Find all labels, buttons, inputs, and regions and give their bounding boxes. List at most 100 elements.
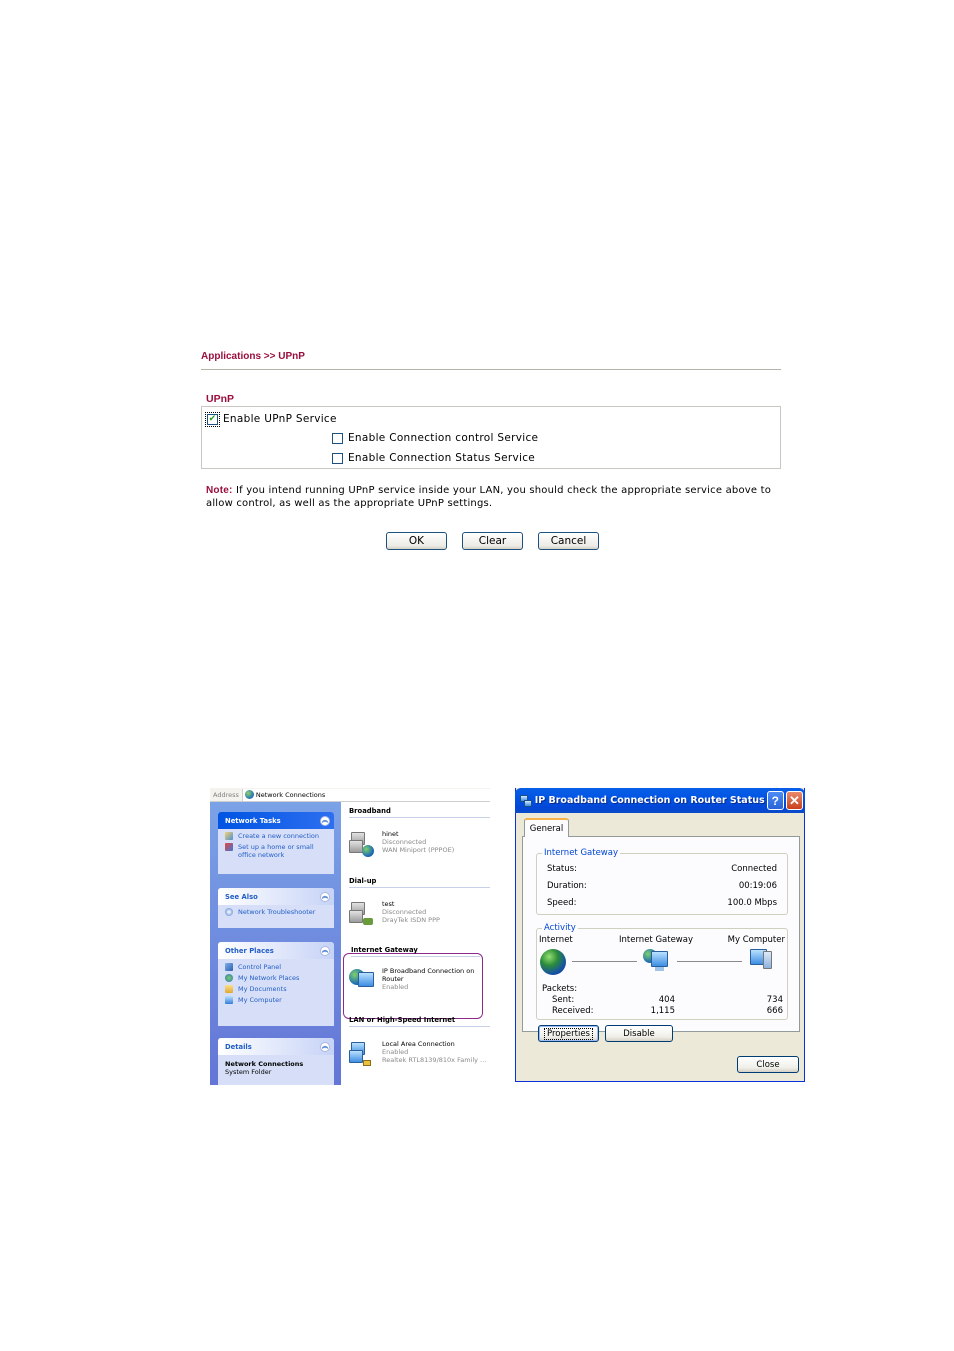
sent-label: Sent: xyxy=(552,995,575,1005)
details-text: Network Connections System Folder xyxy=(218,1055,334,1081)
title-bar[interactable]: IP Broadband Connection on Router Status… xyxy=(515,788,805,813)
collapse-icon[interactable]: ︽ xyxy=(320,815,330,826)
new-connection-icon xyxy=(225,832,233,840)
other-places-panel: Other Places ︽ Control Panel My Network … xyxy=(218,942,334,1026)
activity-legend: Activity xyxy=(542,923,578,933)
connection-hinet[interactable]: hinet Disconnected WAN Miniport (PPPOE) xyxy=(349,830,454,858)
clear-button[interactable]: Clear xyxy=(462,532,523,550)
sent-computer-value: 734 xyxy=(766,995,783,1005)
upnp-options-box: ✔ Enable UPnP Service Enable Connection … xyxy=(201,406,781,469)
close-icon[interactable]: ✕ xyxy=(785,791,803,810)
my-documents-link[interactable]: My Documents xyxy=(225,985,329,993)
details-title: Details xyxy=(225,1042,252,1051)
status-value: Connected xyxy=(731,864,777,874)
create-connection-link[interactable]: Create a new connection xyxy=(225,832,329,840)
collapse-icon[interactable]: ︽ xyxy=(320,1041,330,1052)
home-network-link[interactable]: Set up a home or small office network xyxy=(225,843,329,859)
internet-gateway-label: Internet Gateway xyxy=(619,935,694,945)
broadband-connection-icon xyxy=(349,830,377,858)
gateway-connection-icon xyxy=(349,967,377,995)
other-places-title: Other Places xyxy=(225,946,274,955)
status-row: Status: Connected xyxy=(547,864,777,874)
group-dial-up: Dial-up xyxy=(349,877,490,888)
disable-button[interactable]: Disable xyxy=(605,1025,673,1042)
link-line xyxy=(677,961,742,962)
group-broadband: Broadband xyxy=(349,807,490,818)
lan-connection-icon xyxy=(349,1040,377,1068)
enable-upnp-label: Enable UPnP Service xyxy=(223,413,337,425)
dialog-title: IP Broadband Connection on Router Status xyxy=(534,795,765,806)
details-name: Network Connections xyxy=(225,1060,304,1068)
internet-gateway-legend: Internet Gateway xyxy=(542,848,621,858)
general-tab-panel: Internet Gateway Status: Connected Durat… xyxy=(522,836,800,1042)
enable-connection-status-checkbox[interactable] xyxy=(332,452,343,464)
home-network-icon xyxy=(225,843,233,851)
connection-test[interactable]: test Disconnected DrayTek ISDN PPP xyxy=(349,900,440,928)
my-computer-icon xyxy=(747,947,777,975)
see-also-title: See Also xyxy=(225,892,258,901)
dialup-connection-icon xyxy=(349,900,377,928)
address-field[interactable]: Network Connections xyxy=(241,788,490,801)
collapse-icon[interactable]: ︽ xyxy=(320,891,330,902)
see-also-header[interactable]: See Also ︽ xyxy=(218,888,334,905)
address-bar: Address Network Connections xyxy=(210,788,490,802)
network-troubleshooter-link[interactable]: Network Troubleshooter xyxy=(225,908,329,916)
cancel-button[interactable]: Cancel xyxy=(538,532,599,550)
enable-upnp-row[interactable]: ✔ Enable UPnP Service xyxy=(205,411,337,427)
network-tasks-header[interactable]: Network Tasks ︽ xyxy=(218,812,334,829)
control-panel-icon xyxy=(225,963,233,971)
details-header[interactable]: Details ︽ xyxy=(218,1038,334,1055)
close-button[interactable]: Close xyxy=(737,1056,799,1073)
my-computer-link[interactable]: My Computer xyxy=(225,996,329,1004)
network-places-icon xyxy=(225,974,233,982)
internet-gateway-group: Internet Gateway Status: Connected Durat… xyxy=(536,848,788,915)
my-documents-icon xyxy=(225,985,233,993)
gateway-icon xyxy=(643,947,673,975)
internet-globe-icon xyxy=(540,949,566,975)
breadcrumb: Applications >> UPnP xyxy=(201,348,781,370)
collapse-icon[interactable]: ︽ xyxy=(320,945,330,956)
enable-connection-control-label: Enable Connection control Service xyxy=(348,432,539,444)
note-label: Note: xyxy=(206,485,233,496)
connection-local-area[interactable]: Local Area Connection Enabled Realtek RT… xyxy=(349,1040,486,1068)
enable-connection-control-checkbox[interactable] xyxy=(332,432,343,444)
received-computer-value: 666 xyxy=(766,1006,783,1016)
my-computer-icon xyxy=(225,996,233,1004)
my-network-places-link[interactable]: My Network Places xyxy=(225,974,329,982)
see-also-panel: See Also ︽ Network Troubleshooter xyxy=(218,888,334,928)
packets-label: Packets: xyxy=(542,984,578,994)
enable-connection-control-row[interactable]: Enable Connection control Service xyxy=(332,430,538,446)
group-lan: LAN or High-Speed Internet xyxy=(349,1016,490,1027)
network-connections-window: Address Network Connections Network Task… xyxy=(210,788,490,1085)
speed-value: 100.0 Mbps xyxy=(727,898,777,908)
info-icon xyxy=(225,908,233,916)
properties-button[interactable]: Properties xyxy=(538,1025,599,1042)
duration-row: Duration: 00:19:06 xyxy=(547,881,777,891)
group-internet-gateway: Internet Gateway xyxy=(351,946,480,957)
link-line xyxy=(572,961,637,962)
other-places-header[interactable]: Other Places ︽ xyxy=(218,942,334,959)
connection-status-dialog: IP Broadband Connection on Router Status… xyxy=(515,788,805,1082)
speed-label: Speed: xyxy=(547,898,577,908)
help-button[interactable]: ? xyxy=(766,791,784,810)
network-tasks-panel: Network Tasks ︽ Create a new connection … xyxy=(218,812,334,874)
network-connections-icon xyxy=(244,790,254,799)
note: Note: If you intend running UPnP service… xyxy=(201,484,781,510)
connection-ip-broadband[interactable]: IP Broadband Connection on Router Enable… xyxy=(349,967,477,995)
enable-connection-status-label: Enable Connection Status Service xyxy=(348,452,536,464)
enable-connection-status-row[interactable]: Enable Connection Status Service xyxy=(332,450,535,466)
duration-label: Duration: xyxy=(547,881,587,891)
network-tasks-title: Network Tasks xyxy=(225,816,281,825)
enable-upnp-checkbox[interactable]: ✔ xyxy=(205,411,220,427)
task-pane: Network Tasks ︽ Create a new connection … xyxy=(210,802,341,1085)
control-panel-link[interactable]: Control Panel xyxy=(225,963,329,971)
button-row: OK Clear Cancel xyxy=(386,532,599,550)
tab-general[interactable]: General xyxy=(524,818,569,837)
duration-value: 00:19:06 xyxy=(738,881,777,891)
address-value: Network Connections xyxy=(255,790,326,799)
internet-label: Internet xyxy=(539,935,573,945)
ok-button[interactable]: OK xyxy=(386,532,447,550)
details-type: System Folder xyxy=(225,1068,272,1076)
connections-list: Broadband hinet Disconnected WAN Minipor… xyxy=(341,802,490,1085)
sent-gateway-value: 404 xyxy=(658,995,675,1005)
